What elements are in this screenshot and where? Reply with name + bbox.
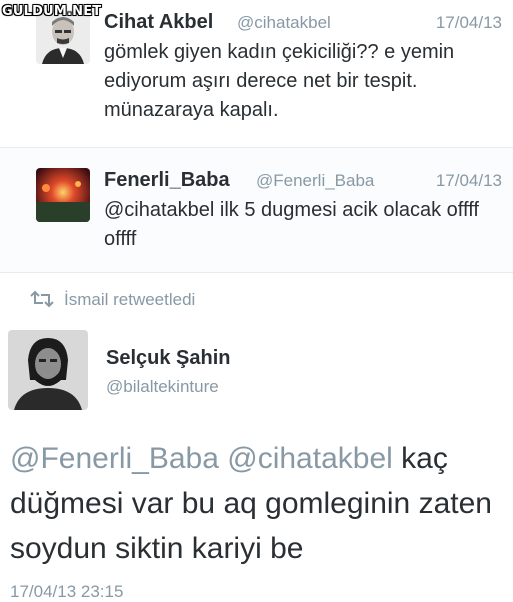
tweet-text: @Fenerli_Baba @cihatakbel kaç düğmesi va… [10, 436, 505, 571]
author-name[interactable]: Cihat Akbel [104, 11, 213, 34]
avatar[interactable] [36, 168, 90, 222]
tweet-timestamp: 17/04/13 23:15 [10, 582, 124, 601]
author-handle[interactable]: @Fenerli_Baba [256, 171, 374, 191]
watermark: GULDUM.NET [2, 4, 102, 19]
mention-link[interactable]: @Fenerli_Baba [10, 442, 219, 475]
tweet-date: 17/04/13 [435, 13, 502, 32]
tweet-item[interactable]: Cihat Akbel @cihatakbel 17/04/13 gömlek … [0, 0, 513, 148]
author-handle[interactable]: @bilaltekinture [106, 377, 219, 397]
tweet-text: gömlek giyen kadın çekiciliği?? e yemin … [104, 41, 455, 121]
author-name[interactable]: Selçuk Şahin [106, 347, 231, 370]
tweet-item[interactable]: Fenerli_Baba @Fenerli_Baba 17/04/13 @cih… [0, 148, 513, 273]
avatar[interactable] [8, 330, 88, 410]
retweet-icon [30, 290, 54, 308]
tweet-date: 17/04/13 [435, 171, 502, 190]
mention-link[interactable]: @cihatakbel [227, 442, 393, 475]
author-handle[interactable]: @cihatakbel [237, 13, 331, 33]
tweet-text: @cihatakbel ilk 5 dugmesi acik olacak of… [104, 199, 479, 250]
author-name[interactable]: Fenerli_Baba [104, 169, 230, 192]
retweet-label[interactable]: İsmail retweetledi [64, 290, 195, 310]
